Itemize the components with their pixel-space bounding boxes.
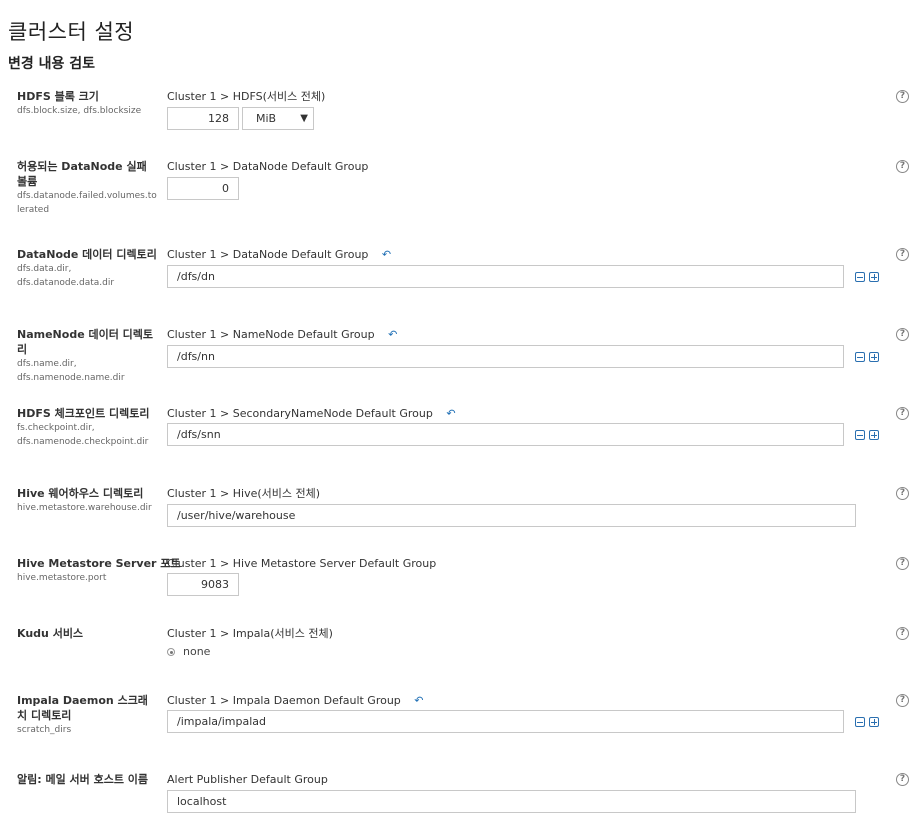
hdfs-block-size-input[interactable] — [167, 107, 239, 130]
hive-warehouse-dir-input[interactable] — [167, 504, 856, 527]
minus-square-icon[interactable] — [855, 430, 865, 440]
setting-key: dfs.name.dir, — [17, 359, 77, 369]
setting-key: hive.metastore.port — [17, 573, 107, 583]
setting-scope: Cluster 1 > Hive(서비스 전체) — [167, 487, 321, 500]
mail-server-host-input[interactable] — [167, 790, 856, 813]
failed-volumes-input[interactable] — [167, 177, 239, 200]
help-icon[interactable]: ? — [896, 773, 909, 786]
minus-square-icon[interactable] — [855, 717, 865, 727]
metastore-port-input[interactable] — [167, 573, 239, 596]
help-icon[interactable]: ? — [896, 557, 909, 570]
help-icon[interactable]: ? — [896, 160, 909, 173]
setting-scope: Cluster 1 > DataNode Default Group — [167, 160, 369, 173]
setting-scope: Alert Publisher Default Group — [167, 773, 328, 786]
minus-square-icon[interactable] — [855, 272, 865, 282]
setting-label: 알림: 메일 서버 호스트 이름 — [17, 773, 149, 786]
setting-scope: Cluster 1 > NameNode Default Group — [167, 328, 375, 341]
setting-label: HDFS 체크포인트 디렉토리 — [17, 407, 150, 420]
setting-scope: Cluster 1 > Impala Daemon Default Group — [167, 694, 401, 707]
setting-label: Hive 웨어하우스 디렉토리 — [17, 487, 144, 500]
setting-key: dfs.block.size, dfs.blocksize — [17, 106, 142, 116]
section-title: 변경 내용 검토 — [8, 56, 96, 72]
undo-arrow-icon[interactable]: ↶ — [382, 247, 391, 262]
help-icon[interactable]: ? — [896, 328, 909, 341]
setting-label: NameNode 데이터 디렉토리 — [17, 328, 154, 356]
setting-key: hive.metastore.warehouse.dir — [17, 503, 152, 513]
help-icon[interactable]: ? — [896, 407, 909, 420]
plus-square-icon[interactable] — [869, 430, 879, 440]
kudu-none-radio[interactable] — [167, 648, 175, 656]
setting-scope: Cluster 1 > SecondaryNameNode Default Gr… — [167, 407, 433, 420]
help-icon[interactable]: ? — [896, 90, 909, 103]
help-icon[interactable]: ? — [896, 487, 909, 500]
unit-select[interactable]: MiB ▼ — [242, 107, 314, 130]
namenode-data-dir-input[interactable] — [167, 345, 844, 368]
minus-square-icon[interactable] — [855, 352, 865, 362]
plus-square-icon[interactable] — [869, 272, 879, 282]
impala-scratch-dir-input[interactable] — [167, 710, 844, 733]
plus-square-icon[interactable] — [869, 717, 879, 727]
setting-key: fs.checkpoint.dir, — [17, 423, 95, 433]
checkpoint-dir-input[interactable] — [167, 423, 844, 446]
setting-label: Kudu 서비스 — [17, 627, 84, 640]
help-icon[interactable]: ? — [896, 248, 909, 261]
help-icon[interactable]: ? — [896, 627, 909, 640]
plus-square-icon[interactable] — [869, 352, 879, 362]
setting-label: DataNode 데이터 디렉토리 — [17, 248, 157, 261]
setting-key: dfs.datanode.failed.volumes.tolerated — [17, 191, 157, 215]
unit-select-value: MiB — [256, 112, 277, 125]
setting-label: Hive Metastore Server 포트 — [17, 557, 181, 570]
setting-scope: Cluster 1 > Hive Metastore Server Defaul… — [167, 557, 437, 570]
undo-arrow-icon[interactable]: ↶ — [446, 406, 455, 421]
setting-key: dfs.namenode.checkpoint.dir — [17, 437, 149, 447]
help-icon[interactable]: ? — [896, 694, 909, 707]
setting-key: dfs.datanode.data.dir — [17, 278, 115, 288]
datanode-data-dir-input[interactable] — [167, 265, 844, 288]
setting-scope: Cluster 1 > DataNode Default Group — [167, 248, 369, 261]
setting-key: dfs.namenode.name.dir — [17, 373, 125, 383]
setting-label: HDFS 블록 크기 — [17, 90, 99, 103]
chevron-down-icon: ▼ — [300, 113, 308, 124]
setting-label: Impala Daemon 스크래치 디렉토리 — [17, 694, 148, 722]
setting-scope: Cluster 1 > HDFS(서비스 전체) — [167, 90, 326, 103]
setting-key: dfs.data.dir, — [17, 264, 72, 274]
undo-arrow-icon[interactable]: ↶ — [414, 693, 423, 708]
undo-arrow-icon[interactable]: ↶ — [388, 327, 397, 342]
setting-scope: Cluster 1 > Impala(서비스 전체) — [167, 627, 333, 640]
page-title: 클러스터 설정 — [8, 20, 135, 44]
kudu-none-label: none — [183, 645, 211, 658]
setting-key: scratch_dirs — [17, 725, 72, 735]
setting-label: 허용되는 DataNode 실패 볼륨 — [17, 160, 147, 188]
